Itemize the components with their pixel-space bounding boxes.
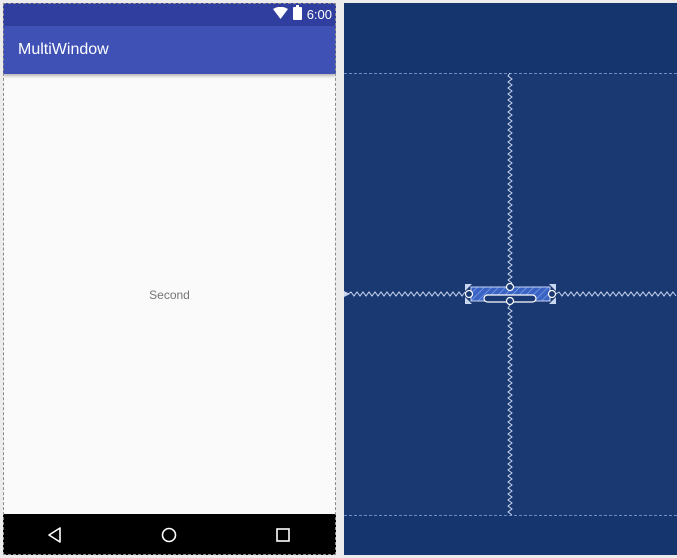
left-anchor-marker bbox=[344, 291, 350, 297]
back-icon[interactable] bbox=[45, 525, 65, 545]
design-preview: 6:00 MultiWindow Second bbox=[3, 3, 336, 555]
right-anchor[interactable] bbox=[547, 289, 557, 299]
status-icons: 6:00 bbox=[272, 4, 332, 25]
app-title: MultiWindow bbox=[18, 41, 109, 58]
right-constraint-spring bbox=[555, 291, 677, 297]
home-icon[interactable] bbox=[159, 525, 179, 545]
app-bar: MultiWindow bbox=[3, 26, 336, 74]
battery-icon bbox=[292, 4, 302, 25]
navigation-bar bbox=[3, 514, 336, 555]
wifi-icon bbox=[272, 6, 288, 24]
recents-icon[interactable] bbox=[273, 525, 293, 545]
text-view-second[interactable]: Second bbox=[3, 288, 336, 302]
left-constraint-spring bbox=[347, 291, 466, 297]
top-anchor[interactable] bbox=[505, 282, 515, 292]
top-constraint-spring bbox=[507, 72, 513, 284]
bottom-anchor[interactable] bbox=[505, 296, 515, 306]
constraint-overlay bbox=[344, 72, 677, 516]
content-area[interactable]: Second bbox=[3, 74, 336, 514]
left-anchor[interactable] bbox=[464, 289, 474, 299]
status-clock: 6:00 bbox=[306, 7, 332, 22]
blueprint-preview bbox=[344, 3, 677, 555]
status-bar: 6:00 bbox=[3, 3, 336, 26]
bottom-constraint-spring bbox=[507, 304, 513, 516]
selected-text-view-widget[interactable] bbox=[464, 282, 557, 306]
